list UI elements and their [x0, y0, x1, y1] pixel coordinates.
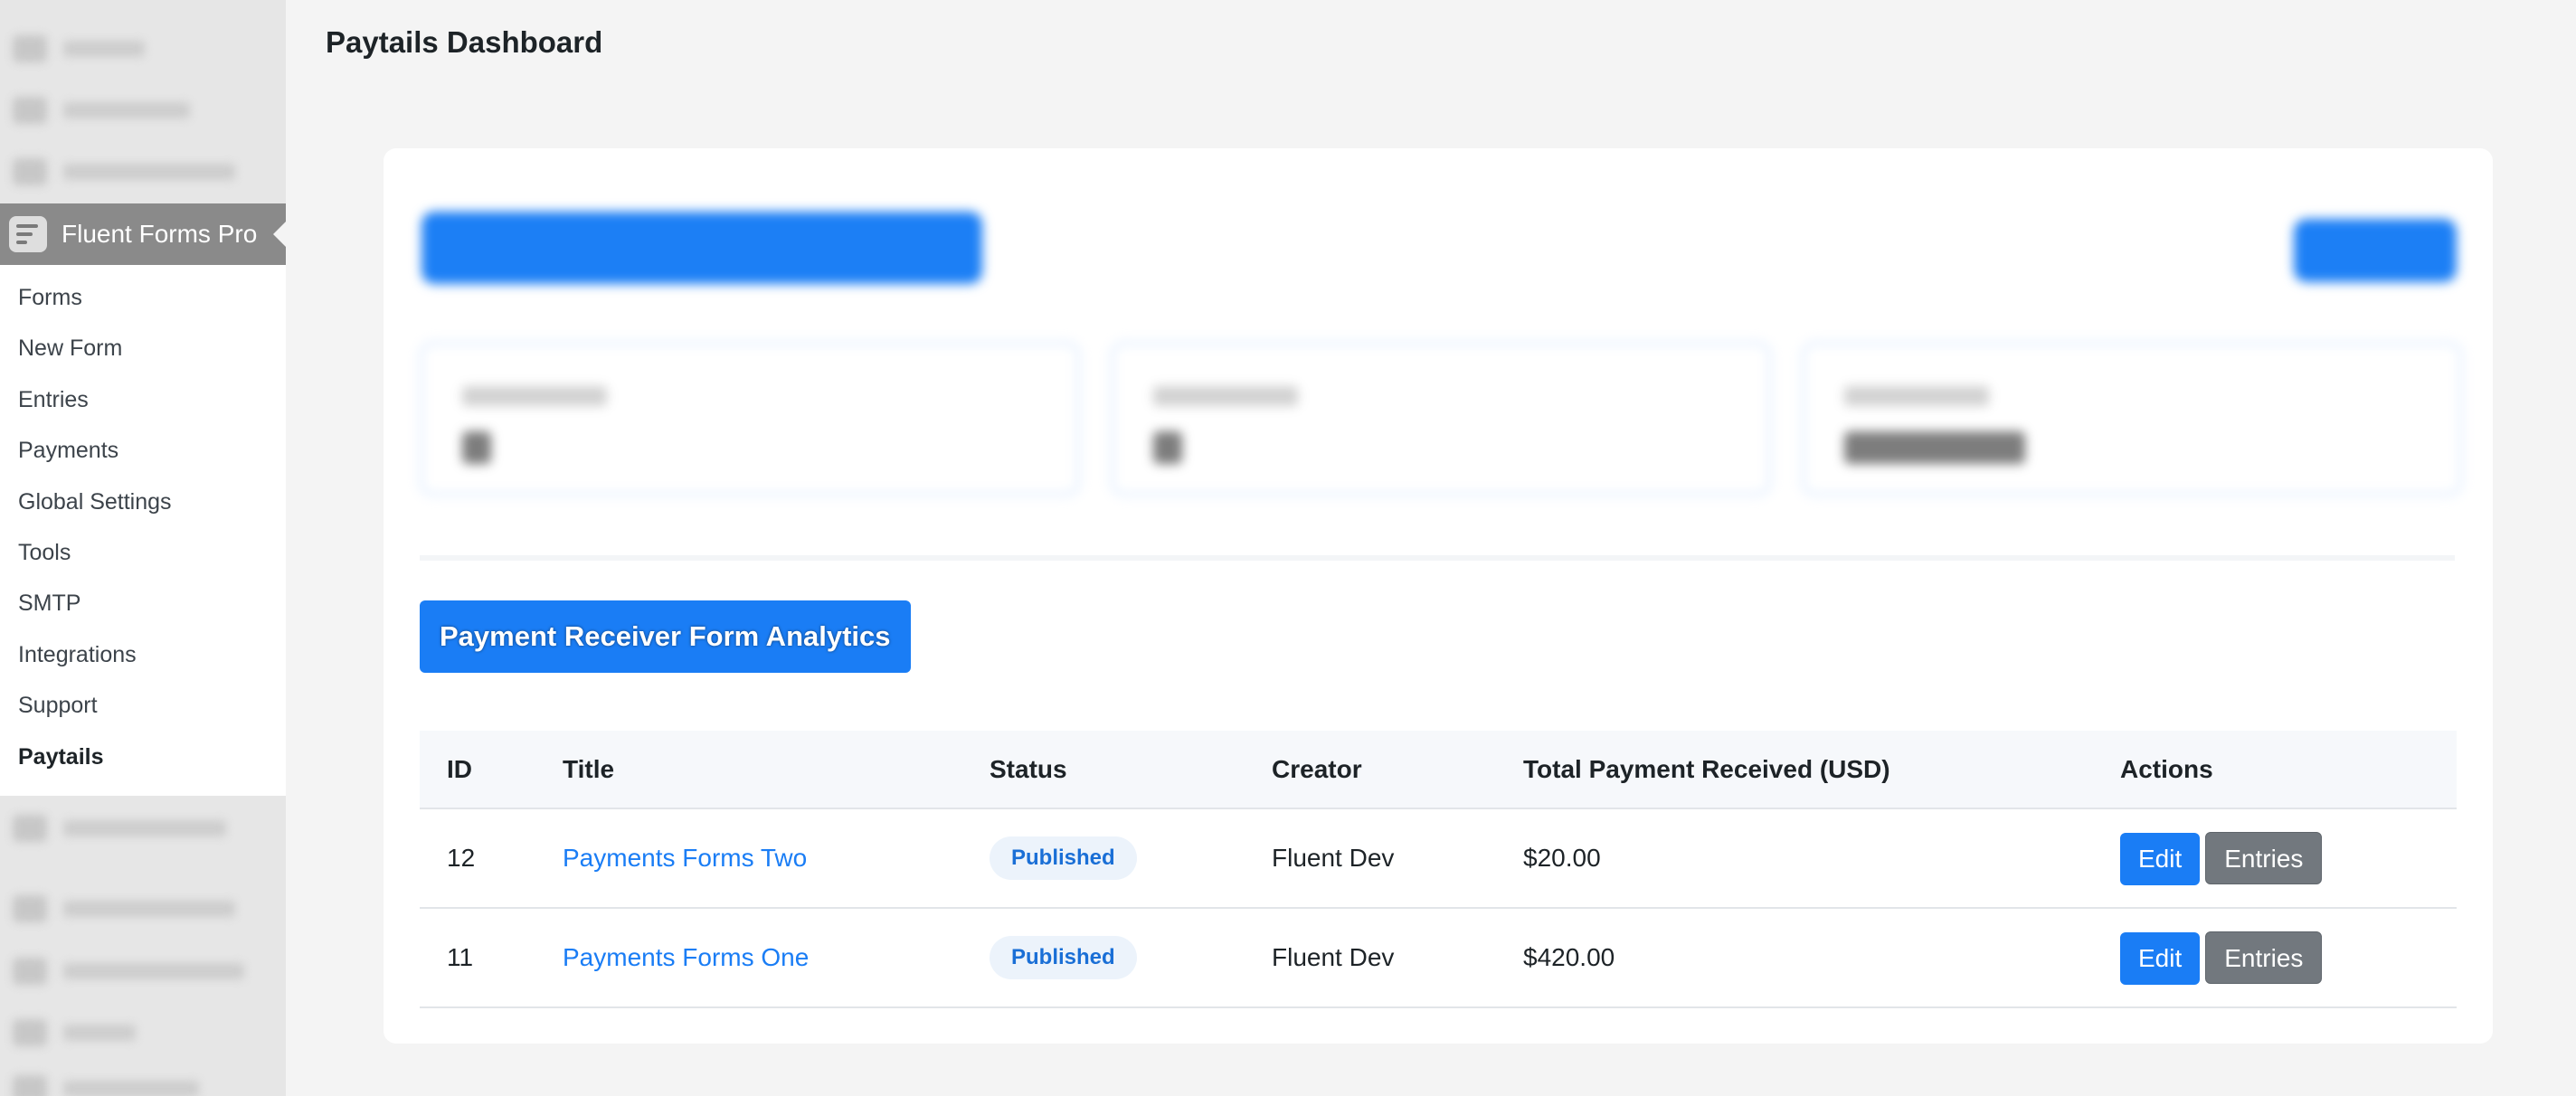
blurred-stat-label: [1153, 386, 1298, 406]
blurred-menu-icon: [13, 97, 47, 124]
forms-table: ID Title Status Creator Total Payment Re…: [420, 731, 2457, 1008]
cell-actions: Edit Entries: [2093, 908, 2457, 1008]
cell-total: $420.00: [1496, 908, 2093, 1008]
blurred-stat-card: [420, 342, 1080, 496]
submenu-item-integrations[interactable]: Integrations: [0, 629, 286, 680]
header-id: ID: [420, 731, 535, 809]
status-badge: Published: [990, 936, 1137, 979]
header-total-payment: Total Payment Received (USD): [1496, 731, 2093, 809]
blurred-stat-card: [1111, 342, 1771, 496]
blurred-menu-item[interactable]: [13, 891, 266, 927]
edit-button[interactable]: Edit: [2120, 832, 2201, 885]
section-divider: [420, 555, 2455, 561]
blurred-stat-label: [462, 386, 607, 406]
submenu-item-payments[interactable]: Payments: [0, 425, 286, 476]
fluent-forms-icon: [9, 216, 47, 252]
cell-total: $20.00: [1496, 808, 2093, 909]
cell-creator: Fluent Dev: [1245, 808, 1496, 909]
submenu-item-entries[interactable]: Entries: [0, 374, 286, 425]
page-title: Paytails Dashboard: [326, 25, 603, 59]
blurred-menu-icon: [13, 815, 47, 842]
blurred-menu-text: [63, 963, 244, 979]
blurred-menu-icon: [13, 958, 47, 985]
table-row: 11 Payments Forms One Published Fluent D…: [420, 908, 2457, 1008]
blurred-stat-value: [1844, 431, 2025, 464]
sidebar-submenu: Forms New Form Entries Payments Global S…: [0, 265, 286, 796]
blurred-stat-value: [462, 431, 491, 464]
sidebar-item-fluent-forms-pro[interactable]: Fluent Forms Pro: [0, 203, 286, 265]
submenu-item-support[interactable]: Support: [0, 680, 286, 731]
submenu-item-new-form[interactable]: New Form: [0, 323, 286, 373]
form-title-link[interactable]: Payments Forms One: [563, 943, 809, 971]
blurred-menu-item[interactable]: [13, 1071, 266, 1096]
cell-creator: Fluent Dev: [1245, 908, 1496, 1008]
blurred-menu-item[interactable]: [13, 154, 266, 190]
blurred-stat-label: [1844, 386, 1989, 406]
sidebar-plugin-title: Fluent Forms Pro: [62, 220, 258, 248]
cell-id: 12: [420, 808, 535, 909]
blurred-overview-section: [384, 148, 2493, 564]
payment-receiver-form-analytics-button[interactable]: Payment Receiver Form Analytics: [420, 600, 911, 673]
app-root: Fluent Forms Pro Forms New Form Entries …: [0, 0, 2576, 1096]
blurred-menu-icon: [13, 35, 47, 62]
cell-title: Payments Forms One: [535, 908, 962, 1008]
blurred-menu-text: [63, 41, 145, 57]
submenu-item-global-settings[interactable]: Global Settings: [0, 477, 286, 527]
blurred-menu-item[interactable]: [13, 31, 266, 67]
blurred-menu-text: [63, 102, 190, 118]
blurred-menu-text: [63, 164, 235, 180]
dashboard-card: Payment Receiver Form Analytics ID Title…: [384, 148, 2493, 1044]
header-actions: Actions: [2093, 731, 2457, 809]
blurred-menu-icon: [13, 158, 47, 185]
cell-status: Published: [962, 808, 1245, 909]
submenu-item-tools[interactable]: Tools: [0, 527, 286, 578]
blurred-stat-value: [1153, 431, 1182, 464]
blurred-stat-card: [1802, 342, 2462, 496]
blurred-menu-item[interactable]: [13, 92, 266, 128]
blurred-menu-text: [63, 1081, 199, 1096]
table-header-row: ID Title Status Creator Total Payment Re…: [420, 731, 2457, 809]
header-creator: Creator: [1245, 731, 1496, 809]
status-badge: Published: [990, 836, 1137, 880]
submenu-item-smtp[interactable]: SMTP: [0, 578, 286, 628]
blurred-menu-text: [63, 1025, 136, 1041]
edit-button[interactable]: Edit: [2120, 931, 2201, 985]
submenu-item-paytails[interactable]: Paytails: [0, 732, 286, 782]
active-menu-pointer: [273, 222, 286, 247]
header-status: Status: [962, 731, 1245, 809]
submenu-item-forms[interactable]: Forms: [0, 272, 286, 323]
table-row: 12 Payments Forms Two Published Fluent D…: [420, 808, 2457, 909]
admin-sidebar: Fluent Forms Pro Forms New Form Entries …: [0, 0, 286, 1096]
blurred-menu-icon: [13, 895, 47, 922]
blurred-menu-icon: [13, 1019, 47, 1046]
blurred-action-button[interactable]: [2294, 219, 2457, 282]
blurred-menu-text: [63, 901, 235, 917]
blurred-menu-item[interactable]: [13, 810, 266, 846]
form-title-link[interactable]: Payments Forms Two: [563, 844, 807, 872]
cell-status: Published: [962, 908, 1245, 1008]
entries-button[interactable]: Entries: [2205, 831, 2323, 884]
blurred-menu-icon: [13, 1075, 47, 1096]
blurred-overview-button[interactable]: [421, 212, 982, 284]
forms-table-container: ID Title Status Creator Total Payment Re…: [420, 731, 2457, 1008]
cell-id: 11: [420, 908, 535, 1008]
cell-actions: Edit Entries: [2093, 808, 2457, 909]
entries-button[interactable]: Entries: [2205, 931, 2323, 984]
blurred-menu-item[interactable]: [13, 953, 266, 989]
header-title: Title: [535, 731, 962, 809]
cell-title: Payments Forms Two: [535, 808, 962, 909]
blurred-menu-text: [63, 820, 226, 836]
blurred-menu-item[interactable]: [13, 1015, 266, 1051]
